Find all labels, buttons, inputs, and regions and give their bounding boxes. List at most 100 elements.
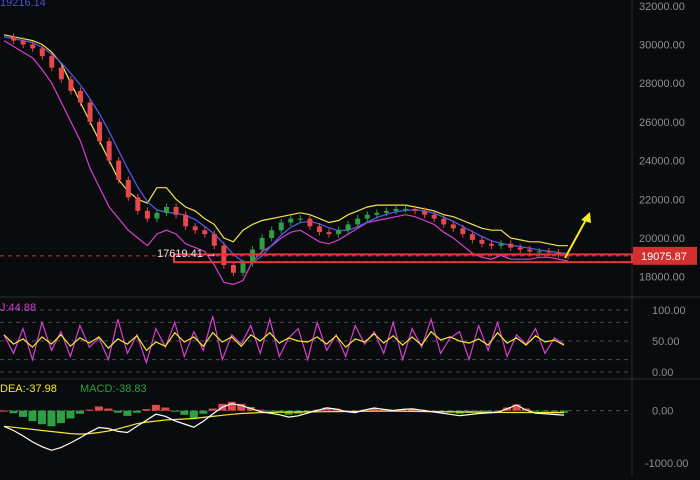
candle-body: [422, 210, 428, 215]
candle-body: [393, 208, 399, 211]
candle-body: [116, 160, 122, 180]
macd-histogram-bar: [541, 410, 550, 412]
price-axis-tick: 26000.00: [639, 117, 685, 129]
macd-histogram-bar: [47, 410, 56, 427]
macd-histogram-bar: [85, 409, 94, 411]
low-price-annotation: 17619.41 →: [157, 248, 217, 260]
candle-body: [173, 207, 179, 215]
stoch-axis-tick: 50.00: [652, 336, 680, 348]
candle-body: [546, 251, 552, 253]
candle-body: [288, 218, 294, 223]
candle-body: [374, 212, 380, 215]
macd-histogram-bar: [56, 410, 65, 424]
candle-body: [489, 243, 495, 246]
price-axis-tick: 30000.00: [639, 39, 685, 51]
stoch-j-label: J:44.88: [0, 302, 37, 314]
candle-body: [183, 214, 189, 227]
candle-body: [259, 237, 265, 250]
macd-histogram-bar: [123, 410, 132, 416]
candle-body: [58, 67, 64, 80]
price-axis-tick: 22000.00: [639, 194, 685, 206]
lower-band-line: [3, 40, 569, 286]
macd-histogram-bar: [170, 410, 179, 412]
candle-body: [527, 249, 533, 252]
macd-histogram-bar: [18, 410, 27, 417]
stoch-axis-tick: 0.00: [652, 367, 673, 379]
price-axis-tick: 18000.00: [639, 272, 685, 284]
candle-body: [383, 210, 389, 213]
candle-body: [412, 208, 418, 211]
candle-body: [87, 102, 93, 122]
macd-histogram-bar: [208, 408, 217, 411]
macd-histogram-bar: [531, 410, 540, 412]
candle-body: [97, 121, 103, 142]
price-axis-tick: 20000.00: [639, 233, 685, 245]
candle-body: [211, 234, 217, 246]
candle-body: [20, 40, 26, 45]
macd-axis-tick: -1000.00: [645, 458, 688, 470]
candle-body: [106, 141, 112, 161]
candle-body: [39, 48, 45, 57]
candle-body: [307, 218, 313, 227]
stochastic-panel: 100.00 50.00 0.00: [0, 305, 686, 379]
macd-histogram-bar: [189, 410, 198, 418]
price-axis-tick: 28000.00: [639, 78, 685, 90]
chart-canvas: 18000.00 20000.00 22000.00 24000.00 26000.00…: [0, 0, 700, 475]
candle-body: [336, 230, 342, 235]
candle-body: [355, 218, 361, 225]
candle-body: [250, 249, 256, 264]
price-panel: 18000.00 20000.00 22000.00 24000.00 26000.00…: [0, 0, 700, 475]
trend-arrow: [564, 215, 589, 259]
candle-body: [460, 228, 466, 235]
macd-panel: 0.00 -1000.00: [0, 401, 688, 470]
candle-body: [269, 230, 275, 238]
current-price-text: 19075.87: [641, 251, 687, 263]
macd-histogram-bar: [484, 410, 493, 412]
candle-body: [77, 90, 83, 103]
candle-body: [517, 247, 523, 250]
candle-body: [278, 222, 284, 231]
price-axis-tick: 24000.00: [639, 156, 685, 168]
macd-axis-tick: 0.00: [652, 406, 673, 418]
candle-body: [135, 197, 141, 211]
candle-body: [479, 239, 485, 244]
candle-body: [144, 210, 150, 219]
macd-histogram-bar: [132, 410, 141, 413]
macd-histogram-bar: [550, 410, 559, 413]
candle-body: [49, 56, 55, 68]
candle-body: [125, 179, 131, 198]
candle-body: [364, 214, 370, 219]
macd-histogram-bar: [75, 410, 84, 414]
candle-body: [441, 218, 447, 225]
candle-body: [402, 208, 408, 210]
trend-arrow-head: [581, 212, 591, 223]
macd-histogram-bar: [66, 410, 75, 419]
macd-histogram-bar: [104, 408, 113, 411]
candle-body: [240, 263, 246, 273]
macd-histogram-bar: [180, 410, 189, 415]
stoch-axis-tick: 100.00: [652, 305, 686, 317]
macd-histogram-bar: [113, 410, 122, 413]
candle-body: [450, 224, 456, 229]
candle-body: [30, 44, 36, 49]
candle-body: [345, 224, 351, 231]
candle-body: [164, 207, 170, 213]
macd-histogram-bar: [265, 410, 274, 412]
macd-histogram-bar: [9, 410, 18, 414]
candle-body: [154, 212, 160, 219]
macd-histogram-bar: [28, 410, 37, 422]
macd-histogram-bar: [161, 407, 170, 411]
price-axis-tick: 32000.00: [639, 1, 685, 13]
macd-value-label: MACD:-38.83: [80, 383, 147, 395]
candle-body: [536, 251, 542, 253]
trading-chart[interactable]: 18000.00 20000.00 22000.00 24000.00 26000.00…: [0, 0, 700, 475]
macd-histogram-bar: [474, 410, 483, 412]
candle-body: [326, 232, 332, 235]
macd-histogram-bar: [151, 404, 160, 411]
macd-dea-line: [3, 410, 564, 435]
candle-body: [192, 226, 198, 231]
candle-body: [498, 243, 504, 246]
candle-body: [68, 79, 74, 91]
candle-body: [431, 214, 437, 219]
top-value-label: 19216.14: [0, 0, 46, 9]
